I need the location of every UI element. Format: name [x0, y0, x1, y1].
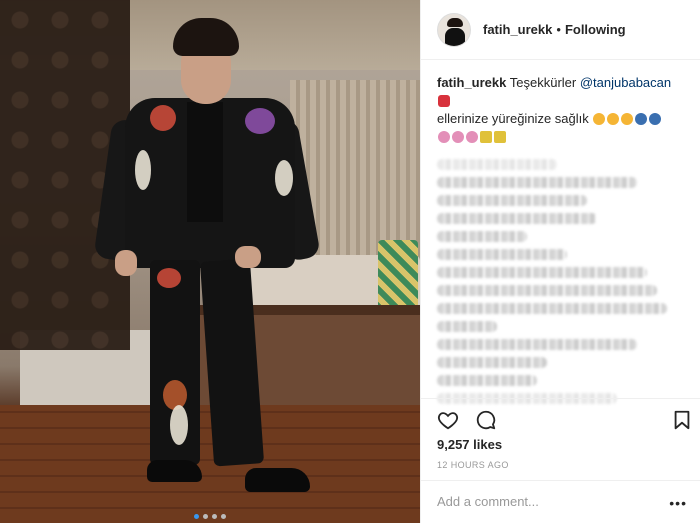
heart-eyes-emoji-icon: [593, 113, 606, 125]
broken-heart-emoji-icon: [438, 95, 450, 107]
comment-box[interactable]: Add a comment... •••: [421, 480, 700, 523]
blurred-comment: [437, 159, 557, 170]
sparkle-emoji-icon: [494, 131, 506, 143]
avatar[interactable]: [437, 12, 471, 47]
blurred-comment: [437, 357, 547, 368]
bookmark-icon[interactable]: [671, 409, 693, 431]
blurred-comment: [437, 213, 597, 224]
prayer-emoji-icon: [635, 113, 648, 125]
carousel-dot[interactable]: [203, 514, 208, 519]
following-button[interactable]: Following: [565, 22, 626, 37]
blurred-comment: [437, 231, 527, 242]
header-username[interactable]: fatih_urekk: [483, 22, 552, 37]
blurred-comment: [437, 303, 667, 314]
person-figure: [93, 10, 321, 500]
blurred-comment: [437, 285, 657, 296]
post-timestamp[interactable]: 12 HOURS AGO: [437, 460, 509, 470]
heart-eyes-emoji-icon: [607, 113, 620, 125]
flower-embroidery: [150, 105, 176, 131]
blurred-comment: [437, 321, 497, 332]
prayer-emoji-icon: [649, 113, 662, 125]
vase: [378, 240, 418, 310]
flower-emoji-icon: [438, 131, 450, 143]
caption-mention[interactable]: @tanjubabacan: [580, 75, 671, 90]
blurred-comments: [421, 146, 700, 404]
carousel-dot[interactable]: [212, 514, 217, 519]
blurred-comment: [437, 249, 567, 260]
carousel-dot[interactable]: [221, 514, 226, 519]
heart-icon[interactable]: [437, 409, 459, 431]
carousel-dots: [0, 506, 420, 523]
blurred-comment: [437, 339, 637, 350]
hair: [173, 18, 239, 56]
caption-text: Teşekkürler: [509, 75, 577, 90]
post-header: fatih_urekk • Following: [421, 0, 700, 60]
flower-embroidery: [157, 268, 181, 288]
action-bar: [421, 398, 700, 438]
sparkle-emoji-icon: [480, 131, 492, 143]
caption-text-2: ellerinize yüreğinize sağlık: [437, 111, 589, 126]
heart-eyes-emoji-icon: [621, 113, 634, 125]
blurred-comment: [437, 177, 637, 188]
carousel-dot[interactable]: [194, 514, 199, 519]
separator-dot: •: [556, 22, 561, 37]
likes-count[interactable]: 9,257 likes: [437, 437, 502, 452]
blurred-comment: [437, 267, 647, 278]
post-photo[interactable]: [0, 0, 420, 523]
flower-emoji-icon: [466, 131, 478, 143]
flower-embroidery: [245, 108, 275, 134]
flower-embroidery: [135, 150, 151, 190]
caption: fatih_urekk Teşekkürler @tanjubabacan el…: [421, 60, 700, 146]
more-options-icon[interactable]: •••: [669, 495, 687, 511]
post-sidebar: fatih_urekk • Following fatih_urekk Teşe…: [420, 0, 700, 523]
caption-username[interactable]: fatih_urekk: [437, 75, 506, 90]
comment-input[interactable]: Add a comment...: [437, 494, 539, 509]
flower-emoji-icon: [452, 131, 464, 143]
blurred-comment: [437, 375, 537, 386]
flower-embroidery: [275, 160, 293, 196]
blurred-comment: [437, 195, 587, 206]
comment-icon[interactable]: [475, 409, 497, 431]
flower-embroidery: [170, 405, 188, 445]
